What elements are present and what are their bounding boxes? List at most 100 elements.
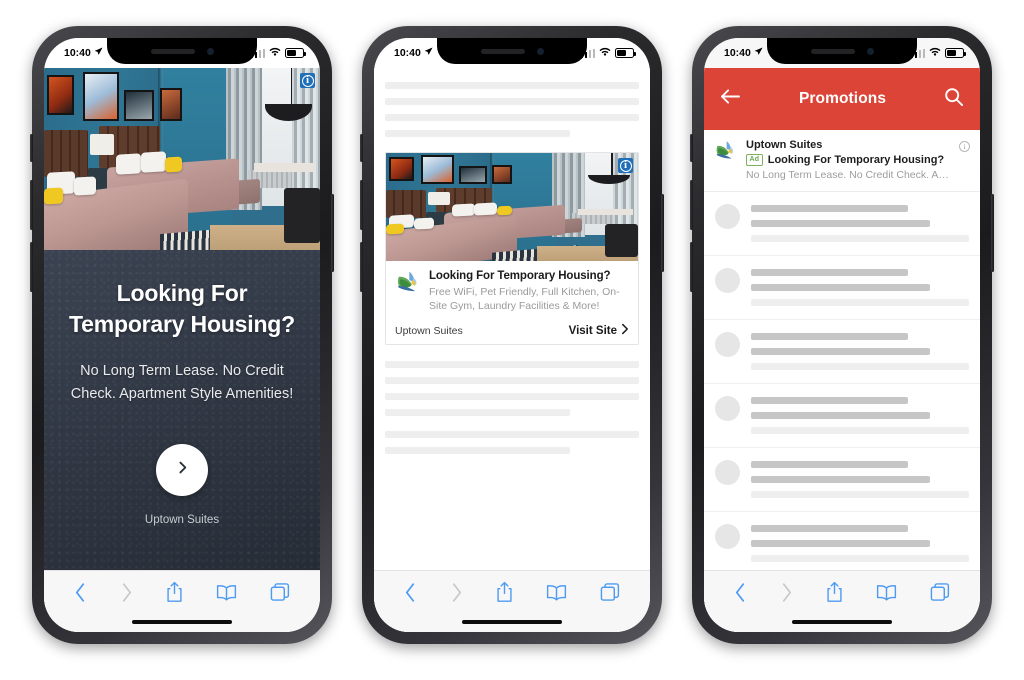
phone-1-screen: 10:40 i Looking For Temporary Housing? N… <box>44 38 320 632</box>
skeleton-block-bottom <box>385 361 639 417</box>
speaker-grille <box>480 48 525 54</box>
ad-label-badge: Ad <box>746 154 763 166</box>
forward-icon <box>450 582 463 603</box>
hotel-room-photo: i <box>386 153 638 261</box>
notch <box>767 38 917 64</box>
tabs-icon[interactable] <box>930 582 950 602</box>
avatar <box>715 204 740 229</box>
wifi-icon <box>929 47 941 59</box>
wifi-icon <box>599 47 611 59</box>
ad-headline: Looking For Temporary Housing? <box>69 280 295 337</box>
skeleton-block-top <box>385 82 639 137</box>
volume-up-button[interactable] <box>360 180 363 230</box>
list-item[interactable] <box>704 512 980 576</box>
adchoices-info-icon[interactable]: i <box>618 158 633 173</box>
ad-subheadline: No Long Term Lease. No Credit Check. Apa… <box>70 363 294 402</box>
share-icon[interactable] <box>826 581 843 603</box>
notch <box>437 38 587 64</box>
info-circle-icon[interactable]: i <box>959 141 970 152</box>
mute-switch[interactable] <box>690 134 693 162</box>
safari-toolbar <box>704 570 980 632</box>
battery-icon <box>285 48 306 58</box>
chevron-right-icon <box>621 323 629 338</box>
forward-icon <box>120 582 133 603</box>
list-item[interactable] <box>704 320 980 384</box>
tabs-icon[interactable] <box>600 582 620 602</box>
tabs-icon[interactable] <box>270 582 290 602</box>
status-time: 10:40 <box>394 47 421 59</box>
phone-3-promotions: 10:40 Promotions Uptown Suites Ad Lookin… <box>690 26 994 644</box>
power-button[interactable] <box>661 194 664 272</box>
uptown-suites-bird-logo-icon <box>395 269 421 295</box>
power-button[interactable] <box>991 194 994 272</box>
volume-down-button[interactable] <box>690 242 693 292</box>
ad-description: Free WiFi, Pet Friendly, Full Kitchen, O… <box>429 286 620 313</box>
article-feed: i Looking For Temporary Housing? Free Wi… <box>374 68 650 570</box>
phone-1-content: i Looking For Temporary Housing? No Long… <box>44 68 320 632</box>
search-icon[interactable] <box>944 87 964 112</box>
phone-3-content: Promotions Uptown Suites Ad Looking For … <box>704 68 980 632</box>
phone-2-in-feed: 10:40 i Looking For Temporary Housing? F… <box>360 26 664 644</box>
phone-3-screen: 10:40 Promotions Uptown Suites Ad Lookin… <box>704 38 980 632</box>
location-arrow-icon <box>94 47 103 59</box>
promotions-ad-row[interactable]: Uptown Suites Ad Looking For Temporary H… <box>704 130 980 192</box>
ad-brand-name: Uptown Suites <box>395 324 463 337</box>
safari-toolbar <box>374 570 650 632</box>
bookmarks-icon[interactable] <box>546 584 567 601</box>
home-indicator[interactable] <box>792 619 892 624</box>
battery-icon <box>945 48 966 58</box>
ad-headline: Looking For Temporary Housing? <box>429 270 611 282</box>
wifi-icon <box>269 47 281 59</box>
phone-2-content: i Looking For Temporary Housing? Free Wi… <box>374 68 650 632</box>
home-indicator[interactable] <box>132 619 232 624</box>
bookmarks-icon[interactable] <box>876 584 897 601</box>
power-button[interactable] <box>331 194 334 272</box>
front-camera <box>866 47 874 55</box>
interstitial-ad-panel: Looking For Temporary Housing? No Long T… <box>44 250 320 570</box>
hotel-room-photo: i <box>44 68 320 250</box>
avatar <box>715 332 740 357</box>
mute-switch[interactable] <box>30 134 33 162</box>
list-item[interactable] <box>704 256 980 320</box>
avatar <box>715 460 740 485</box>
battery-icon <box>615 48 636 58</box>
page-title: Promotions <box>798 90 887 107</box>
bookmarks-icon[interactable] <box>216 584 237 601</box>
ad-brand-name: Uptown Suites <box>144 514 220 527</box>
adchoices-info-icon[interactable]: i <box>300 73 315 88</box>
home-indicator[interactable] <box>462 619 562 624</box>
back-icon[interactable] <box>734 582 747 603</box>
share-icon[interactable] <box>166 581 183 603</box>
arrow-left-icon[interactable] <box>720 88 741 110</box>
volume-down-button[interactable] <box>30 242 33 292</box>
promotions-app-bar: Promotions <box>704 68 980 130</box>
list-item[interactable] <box>704 192 980 256</box>
chevron-right-icon <box>174 459 191 481</box>
phone-2-screen: 10:40 i Looking For Temporary Housing? F… <box>374 38 650 632</box>
in-feed-ad-card[interactable]: i Looking For Temporary Housing? Free Wi… <box>385 152 639 346</box>
phone-1-interstitial: 10:40 i Looking For Temporary Housing? N… <box>30 26 334 644</box>
three-phone-ad-mockup: 10:40 i Looking For Temporary Housing? N… <box>0 0 1024 680</box>
back-icon[interactable] <box>404 582 417 603</box>
mute-switch[interactable] <box>360 134 363 162</box>
volume-down-button[interactable] <box>360 242 363 292</box>
status-time: 10:40 <box>724 47 751 59</box>
share-icon[interactable] <box>496 581 513 603</box>
front-camera <box>536 47 544 55</box>
status-time: 10:40 <box>64 47 91 59</box>
front-camera <box>206 47 214 55</box>
uptown-suites-bird-logo-icon <box>714 139 737 162</box>
list-item[interactable] <box>704 384 980 448</box>
in-feed-ad-body: Looking For Temporary Housing? Free WiFi… <box>386 261 638 345</box>
location-arrow-icon <box>424 47 433 59</box>
avatar <box>715 268 740 293</box>
ad-cta-button[interactable] <box>156 444 208 497</box>
ad-sender-name: Uptown Suites <box>746 139 823 151</box>
safari-toolbar <box>44 570 320 632</box>
visit-site-button[interactable]: Visit Site <box>569 323 629 338</box>
volume-up-button[interactable] <box>690 180 693 230</box>
list-item[interactable] <box>704 448 980 512</box>
back-icon[interactable] <box>74 582 87 603</box>
avatar <box>715 524 740 549</box>
volume-up-button[interactable] <box>30 180 33 230</box>
